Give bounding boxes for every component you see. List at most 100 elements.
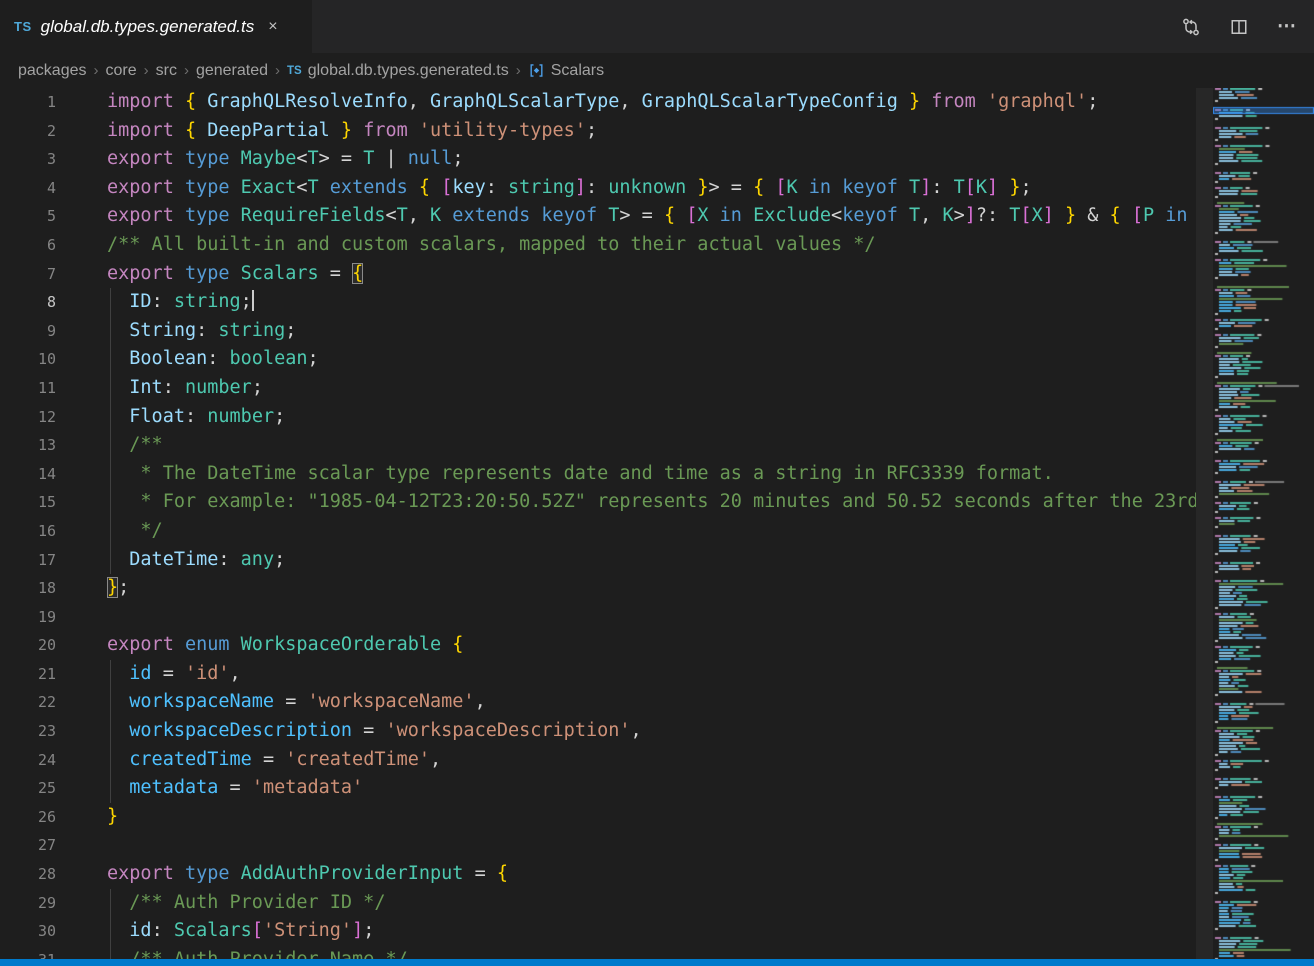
- line-number[interactable]: 4: [0, 174, 56, 203]
- line-number[interactable]: 3: [0, 145, 56, 174]
- breadcrumb-separator-icon: ›: [516, 62, 521, 79]
- compare-changes-icon[interactable]: [1180, 16, 1202, 38]
- line-number[interactable]: 29: [0, 889, 56, 918]
- split-editor-icon[interactable]: [1228, 16, 1250, 38]
- line-number[interactable]: 9: [0, 317, 56, 346]
- code-line[interactable]: 12 Float: number;: [0, 403, 1196, 432]
- code-line[interactable]: 27: [0, 831, 1196, 860]
- line-number[interactable]: 16: [0, 517, 56, 546]
- code-text: workspaceDescription = 'workspaceDescrip…: [56, 717, 642, 746]
- code-line[interactable]: 6/** All built-in and custom scalars, ma…: [0, 231, 1196, 260]
- line-number[interactable]: 23: [0, 717, 56, 746]
- code-line[interactable]: 9 String: string;: [0, 317, 1196, 346]
- line-number[interactable]: 8: [0, 288, 56, 317]
- code-text: [56, 603, 107, 632]
- code-line[interactable]: 1import { GraphQLResolveInfo, GraphQLSca…: [0, 88, 1196, 117]
- breadcrumb-separator-icon: ›: [144, 62, 149, 79]
- tab-global-db-types[interactable]: TS global.db.types.generated.ts ×: [0, 0, 312, 53]
- breadcrumb-item-packages[interactable]: packages: [18, 62, 87, 80]
- code-lines: 1import { GraphQLResolveInfo, GraphQLSca…: [0, 88, 1196, 959]
- code-line[interactable]: 14 * The DateTime scalar type represents…: [0, 460, 1196, 489]
- line-number[interactable]: 31: [0, 946, 56, 959]
- code-text: id = 'id',: [56, 660, 241, 689]
- line-number[interactable]: 21: [0, 660, 56, 689]
- line-number[interactable]: 26: [0, 803, 56, 832]
- status-bar: [0, 959, 1314, 966]
- line-number[interactable]: 2: [0, 117, 56, 146]
- line-number[interactable]: 14: [0, 460, 56, 489]
- code-line[interactable]: 30 id: Scalars['String'];: [0, 917, 1196, 946]
- line-number[interactable]: 28: [0, 860, 56, 889]
- line-number[interactable]: 7: [0, 260, 56, 289]
- breadcrumb-separator-icon: ›: [94, 62, 99, 79]
- line-number[interactable]: 1: [0, 88, 56, 117]
- code-line[interactable]: 22 workspaceName = 'workspaceName',: [0, 688, 1196, 717]
- code-line[interactable]: 17 DateTime: any;: [0, 546, 1196, 575]
- breadcrumb-item-core[interactable]: core: [106, 62, 137, 80]
- code-text: export type AddAuthProviderInput = {: [56, 860, 508, 889]
- breadcrumb-separator-icon: ›: [275, 62, 280, 79]
- vertical-scrollbar[interactable]: [1196, 88, 1213, 959]
- code-editor[interactable]: 1import { GraphQLResolveInfo, GraphQLSca…: [0, 88, 1314, 959]
- line-number[interactable]: 15: [0, 488, 56, 517]
- code-line[interactable]: 7export type Scalars = {: [0, 260, 1196, 289]
- tab-bar: TS global.db.types.generated.ts ×: [0, 0, 1314, 53]
- code-text: }: [56, 803, 118, 832]
- code-line[interactable]: 31 /** Auth Provider Name */: [0, 946, 1196, 959]
- code-line[interactable]: 5export type RequireFields<T, K extends …: [0, 202, 1196, 231]
- line-number[interactable]: 19: [0, 603, 56, 632]
- line-number[interactable]: 25: [0, 774, 56, 803]
- code-line[interactable]: 23 workspaceDescription = 'workspaceDesc…: [0, 717, 1196, 746]
- code-line[interactable]: 15 * For example: "1985-04-12T23:20:50.5…: [0, 488, 1196, 517]
- symbol-type-icon: [528, 62, 545, 79]
- minimap[interactable]: [1213, 88, 1314, 959]
- code-line[interactable]: 4export type Exact<T extends { [key: str…: [0, 174, 1196, 203]
- code-line[interactable]: 3export type Maybe<T> = T | null;: [0, 145, 1196, 174]
- breadcrumb-item-file[interactable]: global.db.types.generated.ts: [308, 62, 509, 80]
- breadcrumb-item-generated[interactable]: generated: [196, 62, 268, 80]
- code-line[interactable]: 8 ID: string;: [0, 288, 1196, 317]
- code-text: [56, 831, 107, 860]
- code-line[interactable]: 10 Boolean: boolean;: [0, 345, 1196, 374]
- code-line[interactable]: 16 */: [0, 517, 1196, 546]
- line-number[interactable]: 17: [0, 546, 56, 575]
- code-text: DateTime: any;: [56, 546, 285, 575]
- code-line[interactable]: 28export type AddAuthProviderInput = {: [0, 860, 1196, 889]
- code-line[interactable]: 13 /**: [0, 431, 1196, 460]
- line-number[interactable]: 30: [0, 917, 56, 946]
- code-line[interactable]: 19: [0, 603, 1196, 632]
- line-number[interactable]: 5: [0, 202, 56, 231]
- breadcrumb-item-symbol[interactable]: Scalars: [551, 62, 604, 80]
- tab-title: global.db.types.generated.ts: [41, 17, 255, 37]
- code-line[interactable]: 29 /** Auth Provider ID */: [0, 889, 1196, 918]
- typescript-file-icon: TS: [287, 65, 302, 77]
- code-text: export type Maybe<T> = T | null;: [56, 145, 463, 174]
- more-actions-icon[interactable]: ⋯: [1276, 16, 1298, 38]
- line-number[interactable]: 18: [0, 574, 56, 603]
- code-line[interactable]: 18};: [0, 574, 1196, 603]
- tab-close-icon[interactable]: ×: [268, 19, 277, 35]
- line-number[interactable]: 13: [0, 431, 56, 460]
- line-number[interactable]: 12: [0, 403, 56, 432]
- code-line[interactable]: 21 id = 'id',: [0, 660, 1196, 689]
- line-number[interactable]: 27: [0, 831, 56, 860]
- code-text: createdTime = 'createdTime',: [56, 746, 441, 775]
- code-line[interactable]: 20export enum WorkspaceOrderable {: [0, 631, 1196, 660]
- line-number[interactable]: 20: [0, 631, 56, 660]
- line-number[interactable]: 11: [0, 374, 56, 403]
- code-line[interactable]: 26}: [0, 803, 1196, 832]
- code-line[interactable]: 11 Int: number;: [0, 374, 1196, 403]
- code-line[interactable]: 2import { DeepPartial } from 'utility-ty…: [0, 117, 1196, 146]
- breadcrumb: packages › core › src › generated › TS global.db.…: [0, 53, 1314, 88]
- code-line[interactable]: 25 metadata = 'metadata': [0, 774, 1196, 803]
- code-line[interactable]: 24 createdTime = 'createdTime',: [0, 746, 1196, 775]
- code-text: /** Auth Provider ID */: [56, 889, 385, 918]
- code-text: Int: number;: [56, 374, 263, 403]
- line-number[interactable]: 10: [0, 345, 56, 374]
- line-number[interactable]: 6: [0, 231, 56, 260]
- text-cursor: [252, 290, 254, 311]
- breadcrumb-item-src[interactable]: src: [156, 62, 177, 80]
- code-text: metadata = 'metadata': [56, 774, 363, 803]
- line-number[interactable]: 22: [0, 688, 56, 717]
- line-number[interactable]: 24: [0, 746, 56, 775]
